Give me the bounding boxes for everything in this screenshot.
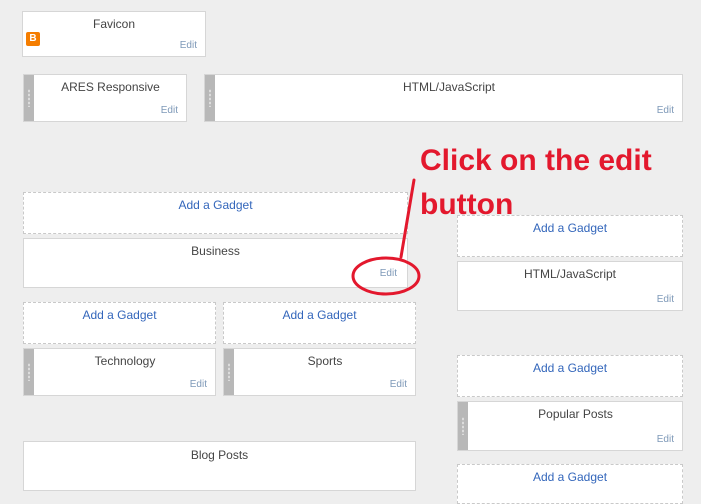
drag-handle[interactable]: [24, 75, 34, 121]
popular-posts-gadget: Popular Posts Edit: [457, 401, 683, 451]
blogger-icon: [26, 32, 40, 46]
ares-responsive-gadget: ARES Responsive Edit: [23, 74, 187, 122]
add-gadget-technology[interactable]: Add a Gadget: [23, 302, 216, 344]
business-edit-button[interactable]: Edit: [380, 268, 397, 279]
sports-edit-button[interactable]: Edit: [390, 379, 407, 390]
blog-posts-title: Blog Posts: [190, 448, 249, 462]
technology-gadget: Technology Edit: [23, 348, 216, 396]
html-javascript-header-title: HTML/JavaScript: [402, 80, 496, 94]
blog-posts-gadget: Blog Posts: [23, 441, 416, 491]
html-javascript-sidebar-edit-button[interactable]: Edit: [657, 294, 674, 305]
drag-handle[interactable]: [205, 75, 215, 121]
popular-posts-edit-button[interactable]: Edit: [657, 434, 674, 445]
html-javascript-sidebar-title: HTML/JavaScript: [523, 267, 617, 281]
technology-edit-button[interactable]: Edit: [190, 379, 207, 390]
add-gadget-sidebar-middle[interactable]: Add a Gadget: [457, 355, 683, 397]
ares-responsive-edit-button[interactable]: Edit: [161, 105, 178, 116]
annotation-text: Click on the edit button: [420, 139, 695, 227]
drag-handle[interactable]: [24, 349, 34, 395]
ares-responsive-title: ARES Responsive: [61, 80, 160, 94]
favicon-gadget: Favicon Edit: [22, 11, 206, 57]
add-gadget-sports[interactable]: Add a Gadget: [223, 302, 416, 344]
favicon-edit-button[interactable]: Edit: [180, 40, 197, 51]
annotation-line-1: Click on the edit: [420, 144, 652, 177]
html-javascript-sidebar-gadget: HTML/JavaScript Edit: [457, 261, 683, 311]
business-title: Business: [191, 244, 240, 258]
html-javascript-header-gadget: HTML/JavaScript Edit: [204, 74, 683, 122]
sports-title: Sports: [307, 354, 343, 368]
annotation-line-2: button: [420, 188, 514, 221]
sports-gadget: Sports Edit: [223, 348, 416, 396]
technology-title: Technology: [94, 354, 156, 368]
add-gadget-sidebar-bottom[interactable]: Add a Gadget: [457, 464, 683, 504]
drag-handle[interactable]: [458, 402, 468, 450]
favicon-title: Favicon: [92, 17, 136, 31]
business-gadget: Business Edit: [23, 238, 408, 288]
html-javascript-header-edit-button[interactable]: Edit: [657, 105, 674, 116]
popular-posts-title: Popular Posts: [538, 407, 613, 421]
drag-handle[interactable]: [224, 349, 234, 395]
add-gadget-main-top[interactable]: Add a Gadget: [23, 192, 408, 234]
